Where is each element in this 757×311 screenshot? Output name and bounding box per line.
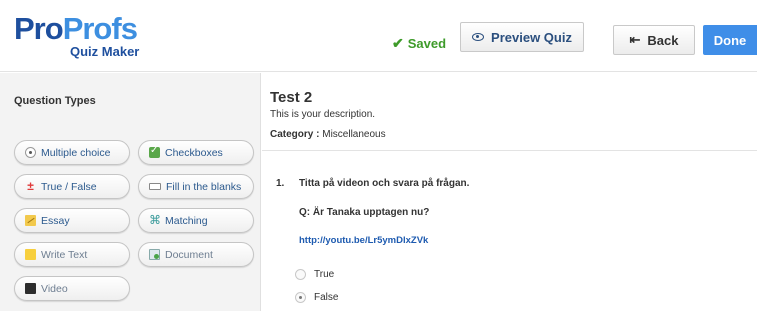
document-label: Document bbox=[165, 248, 213, 261]
answer-option-false[interactable]: False bbox=[295, 292, 338, 303]
header-bar: ProProfs Quiz Maker ✔ Saved Preview Quiz… bbox=[0, 0, 757, 72]
back-button[interactable]: ⇤ Back bbox=[613, 25, 695, 55]
essay-icon bbox=[25, 215, 36, 226]
divider bbox=[262, 150, 757, 151]
document-button[interactable]: Document bbox=[138, 242, 254, 267]
logo-profs-text: Profs bbox=[62, 11, 138, 46]
category-label: Category : bbox=[270, 129, 320, 140]
question-text[interactable]: Titta på videon och svara på frågan. bbox=[299, 178, 469, 189]
essay-button[interactable]: Essay bbox=[14, 208, 130, 233]
matching-icon: ⌘ bbox=[149, 213, 161, 227]
multiple-choice-label: Multiple choice bbox=[41, 146, 111, 159]
answer-label-false: False bbox=[314, 292, 339, 303]
proprofs-logo[interactable]: ProProfs Quiz Maker bbox=[14, 12, 144, 60]
write-text-label: Write Text bbox=[41, 248, 88, 261]
multiple-choice-button[interactable]: Multiple choice bbox=[14, 140, 130, 165]
logo-pro-text: Pro bbox=[14, 11, 64, 46]
question-types-sidebar: Question Types Multiple choice Checkboxe… bbox=[0, 73, 261, 311]
checkmark-icon: ✔ bbox=[392, 35, 404, 51]
quiz-title[interactable]: Test 2 bbox=[270, 89, 312, 106]
answer-option-true[interactable]: True bbox=[295, 269, 334, 280]
question-number: 1. bbox=[276, 178, 285, 189]
video-label: Video bbox=[41, 282, 68, 295]
checkboxes-label: Checkboxes bbox=[165, 146, 223, 159]
checkboxes-button[interactable]: Checkboxes bbox=[138, 140, 254, 165]
back-arrow-icon: ⇤ bbox=[629, 32, 641, 47]
sidebar-title: Question Types bbox=[14, 95, 96, 107]
question-subtext: Q: Är Tanaka upptagen nu? bbox=[299, 207, 430, 218]
saved-label: Saved bbox=[407, 36, 447, 51]
quiz-category[interactable]: Category : Miscellaneous bbox=[270, 129, 386, 140]
preview-quiz-button[interactable]: Preview Quiz bbox=[460, 22, 584, 52]
radio-icon bbox=[25, 147, 36, 158]
matching-button[interactable]: ⌘ Matching bbox=[138, 208, 254, 233]
fill-in-the-blanks-button[interactable]: Fill in the blanks bbox=[138, 174, 254, 199]
quiz-editor-panel: Test 2 This is your description. Categor… bbox=[262, 73, 757, 311]
video-link[interactable]: http://youtu.be/Lr5ymDlxZVk bbox=[299, 235, 428, 246]
blank-field-icon bbox=[149, 183, 161, 190]
essay-label: Essay bbox=[41, 214, 70, 227]
logo-subtitle: Quiz Maker bbox=[70, 44, 140, 59]
quiz-description[interactable]: This is your description. bbox=[270, 109, 375, 120]
preview-quiz-label: Preview Quiz bbox=[491, 29, 572, 45]
write-text-icon bbox=[25, 249, 36, 260]
write-text-button[interactable]: Write Text bbox=[14, 242, 130, 267]
video-button[interactable]: Video bbox=[14, 276, 130, 301]
done-label: Done bbox=[713, 32, 747, 48]
true-false-icon: ± bbox=[27, 179, 34, 193]
saved-status: ✔ Saved bbox=[392, 35, 446, 52]
true-false-button[interactable]: ± True / False bbox=[14, 174, 130, 199]
radio-button-false[interactable] bbox=[295, 292, 306, 303]
radio-button-true[interactable] bbox=[295, 269, 306, 280]
matching-label: Matching bbox=[165, 214, 208, 227]
video-icon bbox=[25, 283, 36, 294]
answer-label-true: True bbox=[314, 269, 335, 280]
fill-in-the-blanks-label: Fill in the blanks bbox=[166, 180, 242, 193]
eye-icon bbox=[472, 33, 485, 41]
done-button[interactable]: Done bbox=[703, 25, 757, 55]
category-value: Miscellaneous bbox=[322, 129, 386, 140]
true-false-label: True / False bbox=[41, 180, 97, 193]
back-label: Back bbox=[647, 32, 679, 48]
checkbox-icon bbox=[149, 145, 160, 158]
document-icon bbox=[149, 249, 160, 260]
logo-wordmark: ProProfs bbox=[14, 11, 138, 46]
